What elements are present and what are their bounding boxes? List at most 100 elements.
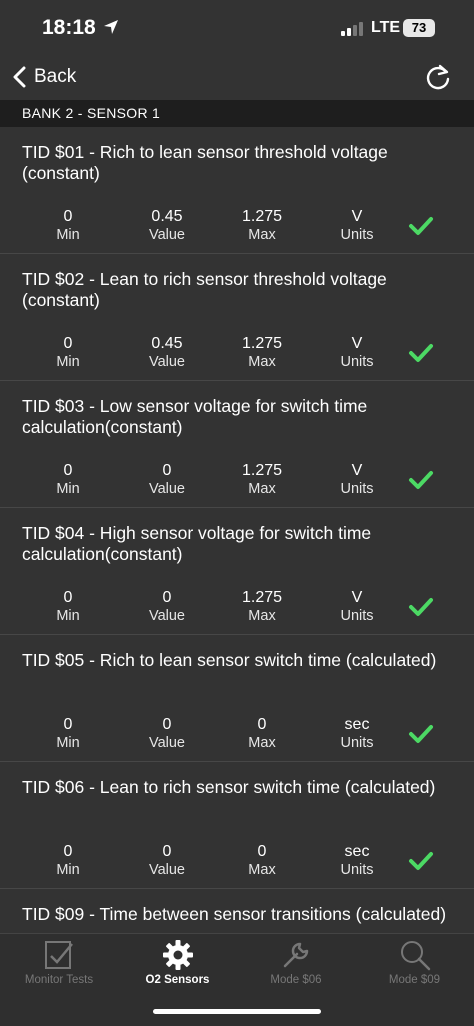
test-title: TID $02 - Lean to rich sensor threshold … bbox=[22, 269, 387, 310]
home-indicator bbox=[153, 1009, 321, 1014]
tab-o2-sensors[interactable]: O2 Sensors bbox=[119, 934, 237, 994]
value-value: 0 bbox=[162, 843, 172, 860]
chevron-left-icon bbox=[13, 66, 26, 88]
min-column: 0 Min bbox=[23, 842, 113, 880]
tab-mode-06[interactable]: Mode $06 bbox=[237, 934, 355, 994]
value-value: 0 bbox=[162, 462, 172, 479]
value-label: Value bbox=[148, 608, 185, 624]
units-value: V bbox=[351, 589, 363, 606]
test-title: TID $09 - Time between sensor transition… bbox=[22, 904, 447, 924]
min-value: 0 bbox=[63, 462, 73, 479]
test-row[interactable]: TID $06 - Lean to rich sensor switch tim… bbox=[0, 762, 474, 889]
min-value: 0 bbox=[63, 843, 73, 860]
test-row[interactable]: TID $09 - Time between sensor transition… bbox=[0, 889, 474, 933]
units-column: V Units bbox=[312, 334, 402, 372]
value-column: 0 Value bbox=[122, 715, 212, 753]
wrench-icon bbox=[279, 938, 313, 972]
value-column: 0 Value bbox=[122, 842, 212, 880]
max-label: Max bbox=[248, 862, 276, 878]
units-label: Units bbox=[340, 735, 374, 751]
max-value: 0 bbox=[257, 716, 267, 733]
tab-mode-09[interactable]: Mode $09 bbox=[356, 934, 474, 994]
check-icon bbox=[409, 852, 433, 870]
min-value: 0 bbox=[63, 716, 73, 733]
min-label: Min bbox=[56, 608, 80, 624]
test-row[interactable]: TID $02 - Lean to rich sensor threshold … bbox=[0, 254, 474, 381]
test-title: TID $04 - High sensor voltage for switch… bbox=[22, 523, 372, 564]
check-icon bbox=[409, 344, 433, 362]
units-label: Units bbox=[340, 608, 374, 624]
units-label: Units bbox=[340, 481, 374, 497]
max-column: 1.275 Max bbox=[217, 588, 307, 626]
check-icon bbox=[409, 725, 433, 743]
network-type: LTE bbox=[371, 19, 401, 36]
max-label: Max bbox=[248, 735, 276, 751]
min-label: Min bbox=[56, 354, 80, 370]
gear-icon bbox=[161, 938, 195, 972]
refresh-icon[interactable] bbox=[424, 63, 452, 91]
min-column: 0 Min bbox=[23, 715, 113, 753]
units-column: sec Units bbox=[312, 715, 402, 753]
units-column: V Units bbox=[312, 461, 402, 499]
max-value: 0 bbox=[257, 843, 267, 860]
max-value: 1.275 bbox=[241, 208, 283, 225]
min-label: Min bbox=[56, 481, 80, 497]
max-column: 1.275 Max bbox=[217, 334, 307, 372]
check-icon bbox=[409, 217, 433, 235]
min-label: Min bbox=[56, 735, 80, 751]
units-value: V bbox=[351, 208, 363, 225]
min-value: 0 bbox=[63, 208, 73, 225]
check-icon bbox=[409, 598, 433, 616]
section-title: BANK 2 - SENSOR 1 bbox=[22, 105, 161, 121]
value-value: 0 bbox=[162, 589, 172, 606]
min-value: 0 bbox=[63, 335, 73, 352]
clipboard-check-icon bbox=[42, 938, 76, 972]
units-value: V bbox=[351, 462, 363, 479]
max-column: 1.275 Max bbox=[217, 461, 307, 499]
min-column: 0 Min bbox=[23, 334, 113, 372]
tab-monitor-tests[interactable]: Monitor Tests bbox=[0, 934, 118, 994]
value-label: Value bbox=[148, 735, 185, 751]
units-column: V Units bbox=[312, 207, 402, 245]
section-header: BANK 2 - SENSOR 1 bbox=[0, 100, 474, 127]
tab-label: Monitor Tests bbox=[24, 974, 94, 986]
back-button[interactable]: Back bbox=[12, 62, 76, 92]
test-list[interactable]: TID $01 - Rich to lean sensor threshold … bbox=[0, 127, 474, 933]
test-title: TID $03 - Low sensor voltage for switch … bbox=[22, 396, 368, 437]
min-label: Min bbox=[56, 862, 80, 878]
navigation-bar: Back bbox=[0, 56, 474, 100]
value-label: Value bbox=[148, 227, 185, 243]
status-bar: 18:18 LTE 73 bbox=[0, 0, 474, 56]
test-title: TID $05 - Rich to lean sensor switch tim… bbox=[22, 650, 437, 670]
test-row[interactable]: TID $01 - Rich to lean sensor threshold … bbox=[0, 127, 474, 254]
value-column: 0 Value bbox=[122, 588, 212, 626]
units-value: sec bbox=[344, 843, 370, 860]
min-value: 0 bbox=[63, 589, 73, 606]
magnifier-icon bbox=[398, 938, 432, 972]
tab-label: O2 Sensors bbox=[145, 974, 210, 986]
value-column: 0 Value bbox=[122, 461, 212, 499]
min-column: 0 Min bbox=[23, 207, 113, 245]
test-row[interactable]: TID $03 - Low sensor voltage for switch … bbox=[0, 381, 474, 508]
units-value: sec bbox=[344, 716, 370, 733]
location-arrow-icon bbox=[104, 20, 118, 34]
tab-label: Mode $09 bbox=[388, 974, 441, 986]
max-column: 1.275 Max bbox=[217, 207, 307, 245]
test-row[interactable]: TID $04 - High sensor voltage for switch… bbox=[0, 508, 474, 635]
value-column: 0.45 Value bbox=[122, 207, 212, 245]
max-value: 1.275 bbox=[241, 335, 283, 352]
max-value: 1.275 bbox=[241, 589, 283, 606]
units-value: V bbox=[351, 335, 363, 352]
min-label: Min bbox=[56, 227, 80, 243]
units-column: sec Units bbox=[312, 842, 402, 880]
test-title: TID $01 - Rich to lean sensor threshold … bbox=[22, 142, 388, 183]
max-label: Max bbox=[248, 227, 276, 243]
units-column: V Units bbox=[312, 588, 402, 626]
units-label: Units bbox=[340, 227, 374, 243]
value-value: 0.45 bbox=[151, 335, 183, 352]
value-value: 0 bbox=[162, 716, 172, 733]
max-label: Max bbox=[248, 608, 276, 624]
value-label: Value bbox=[148, 862, 185, 878]
units-label: Units bbox=[340, 862, 374, 878]
test-row[interactable]: TID $05 - Rich to lean sensor switch tim… bbox=[0, 635, 474, 762]
